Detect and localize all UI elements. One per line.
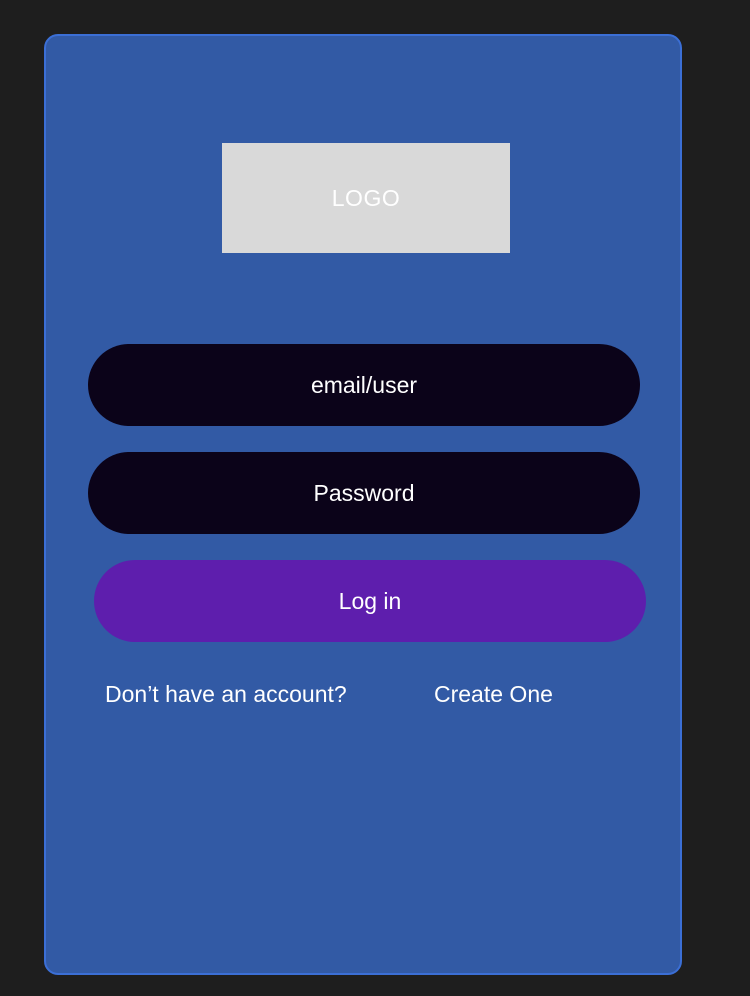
logo-placeholder: LOGO	[222, 143, 510, 253]
login-card: LOGO Log in Don’t have an account? Creat…	[44, 34, 682, 975]
no-account-text: Don’t have an account?	[105, 681, 347, 707]
create-account-link[interactable]: Create One	[434, 681, 553, 708]
login-button[interactable]: Log in	[94, 560, 646, 642]
password-input[interactable]	[88, 452, 640, 534]
logo-text: LOGO	[331, 184, 401, 211]
email-user-input[interactable]	[88, 344, 640, 426]
